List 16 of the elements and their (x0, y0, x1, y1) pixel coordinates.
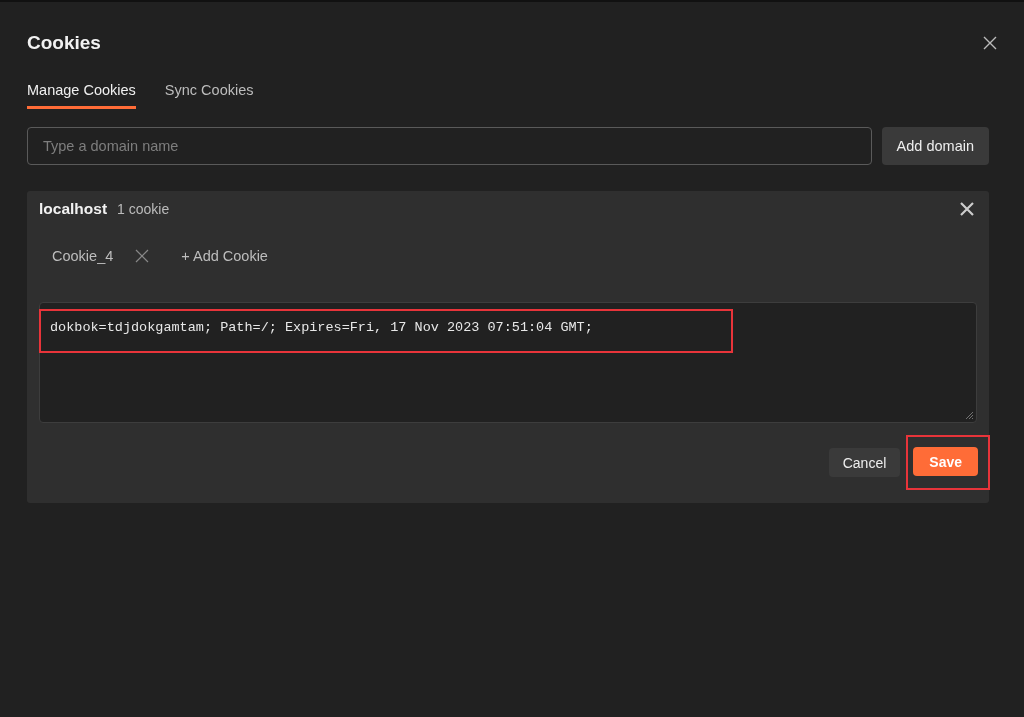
domain-input-field[interactable]: Type a domain name (27, 127, 872, 165)
resize-grip-icon[interactable] (965, 411, 973, 419)
add-domain-button[interactable]: Add domain (881, 127, 989, 165)
dialog-title: Cookies (27, 32, 101, 54)
close-icon[interactable] (960, 202, 974, 216)
domain-name: localhost (39, 200, 108, 218)
cookie-count: 1 cookie (117, 201, 170, 217)
cookie-editor[interactable]: dokbok=tdjdokgamtam; Path=/; Expires=Fri, 17 Nov 2023 07:51:04 GMT; (39, 302, 977, 423)
add-cookie-button[interactable]: + Add Cookie (181, 248, 268, 264)
tab[interactable]: Sync Cookies (164, 82, 254, 109)
cancel-button[interactable]: Cancel (828, 448, 901, 477)
cookie-value: dokbok=tdjdokgamtam; Path=/; Expires=Fri, 17 Nov 2023 07:51:04 GMT; (50, 320, 593, 335)
close-icon[interactable] (135, 249, 150, 263)
close-icon[interactable] (983, 36, 997, 50)
tab[interactable]: Manage Cookies (27, 82, 136, 109)
cookie-tab[interactable]: Cookie_4 (52, 248, 114, 264)
